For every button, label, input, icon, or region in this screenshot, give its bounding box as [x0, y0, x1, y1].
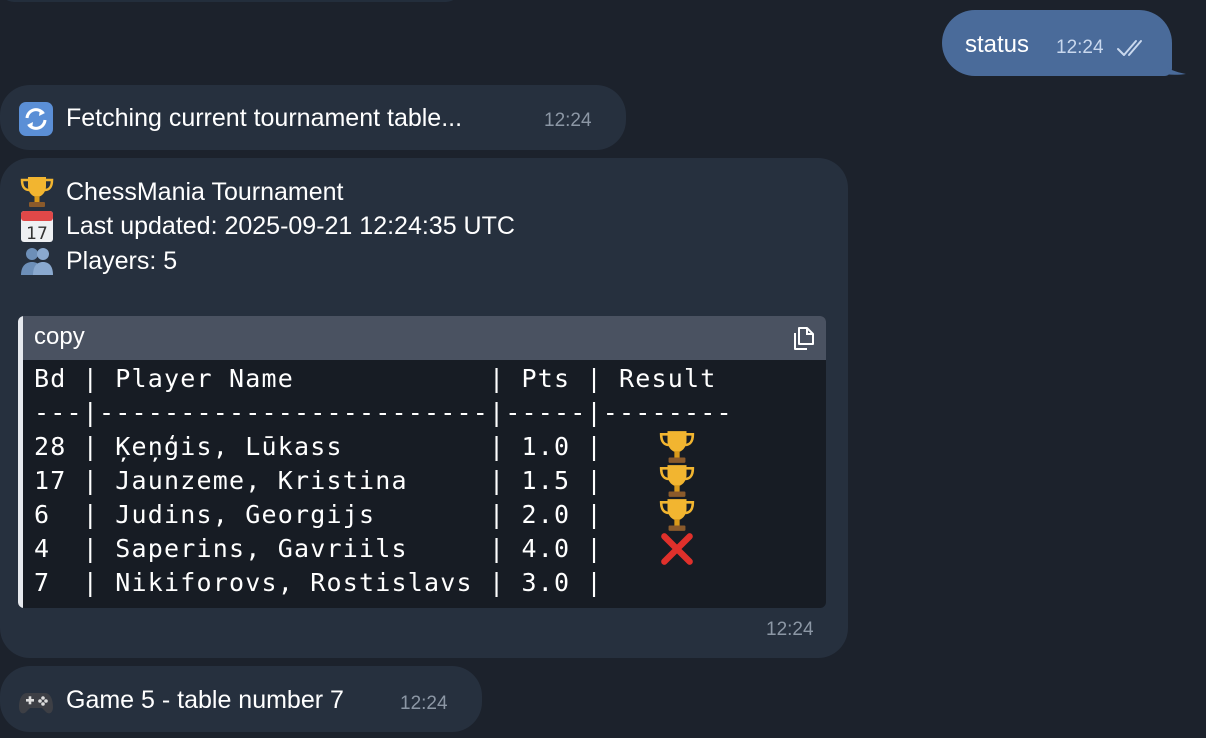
game-message-time: 12:24	[400, 693, 448, 714]
players-count-text: Players: 5	[66, 247, 178, 275]
svg-text:17: 17	[26, 224, 48, 244]
table-row: 17 | Jaunzeme, Kristina | 1.5 |	[34, 466, 603, 495]
trophy-icon	[659, 431, 695, 463]
outgoing-message-text: status	[965, 31, 1030, 58]
trophy-icon	[20, 177, 54, 207]
fetching-message-time: 12:24	[544, 110, 592, 131]
copy-icon[interactable]	[790, 324, 818, 352]
code-block-header	[18, 316, 826, 360]
last-updated-text: Last updated: 2025-09-21 12:24:35 UTC	[66, 212, 515, 240]
double-check-icon	[1117, 40, 1142, 56]
code-language-label: copy	[34, 323, 85, 350]
tournament-message-time: 12:24	[766, 619, 814, 640]
table-header-row: Bd | Player Name | Pts | Result	[34, 364, 717, 393]
code-block-accent	[18, 316, 23, 608]
table-row: 28 | Ķeņģis, Lūkass | 1.0 |	[34, 432, 603, 461]
cross-mark-icon	[661, 533, 693, 565]
table-row: 4 | Saperins, Gavriils | 4.0 |	[34, 534, 603, 563]
code-block: copy Bd | Player Name | Pts | Result ---…	[18, 316, 826, 608]
gamepad-icon	[19, 693, 53, 714]
tournament-title: ChessMania Tournament	[66, 178, 344, 206]
table-row: 6 | Judins, Georgijs | 2.0 |	[34, 500, 603, 529]
bubble-tail	[1150, 50, 1186, 75]
game-message-text: Game 5 - table number 7	[66, 686, 344, 714]
refresh-icon	[19, 102, 53, 136]
chat-view: status 12:24 Fetching current tournament…	[0, 0, 1206, 738]
people-icon	[21, 248, 53, 275]
previous-message-bubble[interactable]	[0, 0, 460, 2]
trophy-icon	[659, 465, 695, 497]
table-separator-row: ---|------------------------|-----|-----…	[34, 398, 733, 427]
table-row: 7 | Nikiforovs, Rostislavs | 3.0 |	[34, 568, 603, 597]
outgoing-message-time: 12:24	[1056, 37, 1104, 58]
calendar-icon: 17	[21, 211, 53, 244]
trophy-icon	[659, 499, 695, 531]
fetching-message-text: Fetching current tournament table...	[66, 104, 463, 132]
